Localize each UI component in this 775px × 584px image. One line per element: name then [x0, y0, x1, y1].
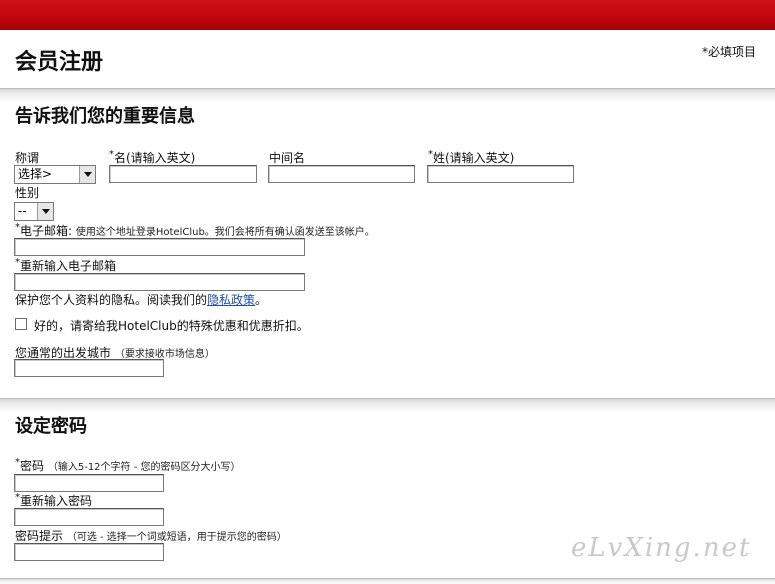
section-divider	[0, 398, 775, 413]
top-banner	[0, 0, 775, 30]
password-confirm-label: *重新输入密码	[15, 492, 93, 508]
password-input[interactable]	[14, 474, 164, 492]
section-divider	[0, 88, 775, 103]
city-input[interactable]	[14, 359, 164, 377]
salutation-label: 称谓	[15, 151, 40, 165]
email-confirm-input[interactable]	[14, 273, 305, 291]
firstname-input[interactable]	[109, 165, 257, 183]
middlename-input[interactable]	[268, 165, 415, 183]
watermark: eLvXing.net	[571, 533, 752, 563]
lastname-label: *姓(请输入英文)	[428, 149, 515, 165]
middlename-label: 中间名	[269, 151, 306, 165]
hint-label: 密码提示 （可选 - 选择一个词或短语，用于提示您的密码）	[15, 529, 287, 543]
chevron-down-icon	[79, 166, 95, 183]
salutation-value: 选择>	[18, 167, 53, 181]
password-note: （输入5-12个字符 - 您的密码区分大小写）	[47, 462, 241, 473]
offers-checkbox[interactable]	[15, 318, 27, 330]
offers-label: 好的，请寄给我HotelClub的特殊优惠和优惠折扣。	[34, 319, 309, 333]
email-input[interactable]	[14, 238, 305, 256]
firstname-label: *名(请输入英文)	[109, 149, 196, 165]
lastname-input[interactable]	[427, 165, 574, 183]
page-title: 会员注册	[15, 49, 104, 75]
section-title-password: 设定密码	[15, 416, 87, 437]
salutation-select[interactable]: 选择>	[14, 165, 96, 184]
required-note: *必填项目	[701, 45, 756, 59]
gender-value: --	[18, 204, 27, 218]
section-title-info: 告诉我们您的重要信息	[15, 106, 195, 127]
email-note: 使用这个地址登录HotelClub。我们会将所有确认函发送至该帐户。	[75, 227, 375, 238]
hint-note: （可选 - 选择一个词或短语，用于提示您的密码）	[66, 532, 287, 543]
gender-label: 性别	[15, 186, 40, 200]
privacy-policy-link[interactable]: 隐私政策	[207, 293, 255, 307]
chevron-down-icon	[37, 203, 53, 220]
hint-input[interactable]	[14, 543, 164, 561]
gender-select[interactable]: --	[14, 202, 54, 221]
password-confirm-input[interactable]	[14, 508, 164, 526]
password-label: *密码 （输入5-12个字符 - 您的密码区分大小写）	[15, 457, 241, 473]
email-confirm-label: *重新输入电子邮箱	[15, 257, 117, 273]
email-label: *电子邮箱: 使用这个地址登录HotelClub。我们会将所有确认函发送至该帐户…	[15, 222, 375, 238]
section-divider	[0, 578, 775, 584]
privacy-text: 保护您个人资料的隐私。阅读我们的隐私政策。	[15, 293, 268, 307]
